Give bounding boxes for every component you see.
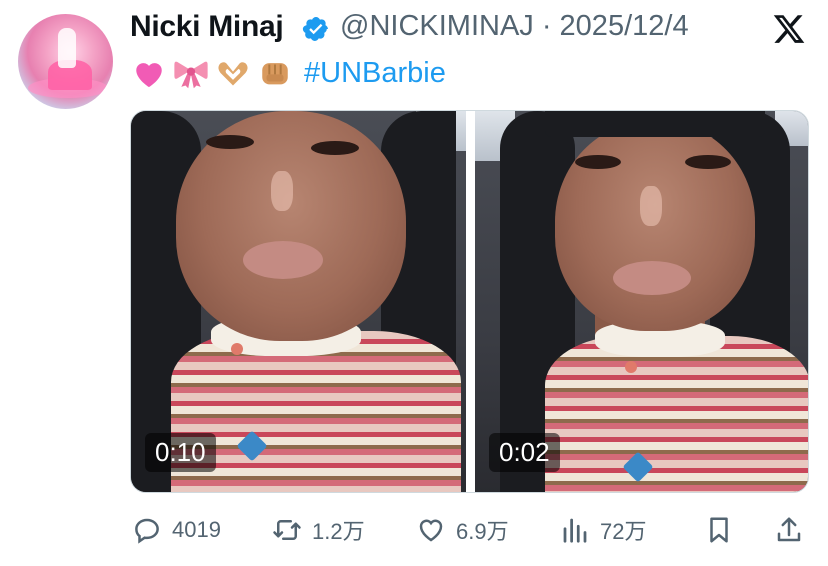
video-thumbnail[interactable]: 0:10 [131,111,466,492]
nose [271,171,293,211]
striped-shirt [545,336,808,492]
shirt-button [231,343,243,355]
eye [575,155,621,169]
share-icon [777,517,801,542]
reply-count: 4019 [172,517,221,542]
pink-heart-icon [130,55,168,91]
like-button[interactable]: 6.9万 [416,508,509,552]
eye [206,135,254,149]
author-avatar[interactable] [18,14,113,109]
retweet-button[interactable]: 1.2万 [272,508,365,552]
retweet-icon [273,520,301,540]
eye [311,141,359,155]
verified-badge-icon [302,17,328,41]
tweet-actions: 4019 1.2万 6.9万 72万 [0,508,828,552]
reply-button[interactable]: 4019 [132,508,221,552]
ribbon-icon [172,55,210,91]
fist-icon [256,55,294,91]
lips [613,261,691,295]
views-count: 72万 [600,519,647,544]
hashtag-link[interactable]: #UNBarbie [304,57,446,90]
x-logo-icon[interactable] [772,12,806,46]
avatar-art [58,28,76,68]
views-button[interactable]: 72万 [560,508,646,552]
lips [243,241,323,279]
views-chart-icon [563,518,587,543]
eye [685,155,731,169]
video-duration: 0:10 [145,433,216,472]
retweet-count: 1.2万 [312,519,365,544]
nose [640,186,662,226]
bookmark-icon [710,517,728,543]
heart-hands-icon [214,55,252,91]
bookmark-button[interactable] [704,508,734,552]
like-count: 6.9万 [456,519,509,544]
media-grid: 0:10 0:02 [130,110,809,493]
heart-icon [419,519,443,542]
shirt-button [625,361,637,373]
face [555,121,755,331]
tweet-text: #UNBarbie [130,54,446,92]
author-name[interactable]: Nicki Minaj [130,10,284,44]
author-handle-and-date[interactable]: @NICKIMINAJ · 2025/12/4 [340,10,689,43]
bangs [545,111,765,137]
reply-icon [135,518,159,544]
share-button[interactable] [774,508,804,552]
video-duration: 0:02 [489,433,560,472]
video-thumbnail[interactable]: 0:02 [475,111,808,492]
